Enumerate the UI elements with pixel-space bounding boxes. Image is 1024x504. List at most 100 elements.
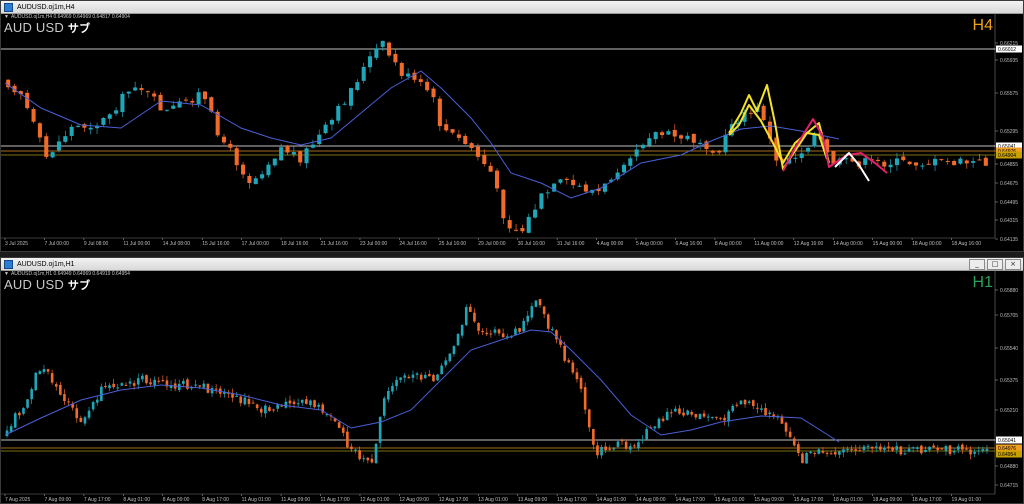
candle-body [899, 446, 903, 455]
time-tick-label: 8 Aug 09:00 [163, 497, 190, 503]
time-tick-label: 14 Jul 08:00 [163, 241, 190, 247]
candle-body [939, 159, 944, 161]
time-tick-label: 13 Aug 17:00 [557, 497, 587, 503]
price-tag-label: 0.64904 [998, 153, 1016, 159]
candle-body [288, 400, 292, 404]
candle-body [661, 418, 665, 421]
candle-body [813, 452, 817, 454]
candle-body [788, 431, 792, 438]
candle-body [107, 114, 112, 119]
candle-body [42, 368, 46, 373]
h1-price-chart[interactable]: 0.65880 0.65705 0.65540 0.65375 0.65210 0.650… [1, 270, 1023, 503]
candle-body [952, 161, 957, 166]
candle-body [26, 399, 29, 408]
candle-body [739, 400, 743, 405]
h4-chart-area[interactable]: 0.662150.660120.659350.655750.652950.650… [1, 13, 1023, 251]
candle-body [514, 328, 517, 335]
candle-body [370, 458, 374, 463]
candle-body [221, 136, 227, 143]
candle-body [141, 375, 144, 380]
h4-price-chart[interactable]: 0.662150.660120.659350.655750.652950.650… [1, 13, 1023, 251]
candle-body [374, 48, 379, 58]
candle-body [985, 448, 989, 451]
candle-body [355, 82, 360, 91]
h1-chart-window[interactable]: AUDUSD.oj1m,H1 _ □ × 0.65880 0.65705 0.655… [0, 257, 1024, 504]
candle-body [114, 110, 119, 114]
candle-body [558, 179, 563, 183]
candle-body [350, 446, 353, 450]
time-tick-label: 11 Aug 00:00 [754, 241, 783, 247]
time-tick-label: 7 Jul 00:00 [44, 241, 69, 247]
candle-body [259, 408, 263, 413]
candle-body [300, 399, 304, 403]
candle-body [361, 66, 366, 81]
candle-body [666, 131, 671, 135]
candle-body [583, 387, 587, 410]
candle-body [152, 93, 157, 97]
candle-body [272, 409, 275, 411]
maximize-button[interactable]: □ [987, 259, 1003, 270]
h1-chart-area[interactable]: 0.65880 0.65705 0.65540 0.65375 0.65210 0.650… [1, 270, 1023, 503]
price-tick-label: 0.64495 [1000, 200, 1018, 206]
time-tick-label: 15 Aug 17:00 [794, 497, 824, 503]
candle-body [932, 445, 935, 448]
time-tick-label: 18 Aug 16:00 [952, 241, 982, 247]
candle-body [124, 384, 128, 386]
minimize-button[interactable]: _ [969, 259, 985, 270]
candle-body [879, 446, 882, 450]
h4-chart-window[interactable]: AUDUSD.oj1m,H4 0.662150.660120.659350.65… [0, 0, 1024, 252]
candle-body [437, 98, 442, 127]
candle-body [735, 404, 739, 406]
time-tick-label: 18 Aug 01:00 [833, 497, 863, 503]
candle-body [682, 412, 685, 416]
candle-body [686, 410, 689, 415]
candle-body [366, 457, 370, 461]
candle-body [75, 125, 81, 127]
candle-body [743, 399, 747, 405]
price-tick-label: 0.65295 [1000, 129, 1018, 135]
candle-body [748, 112, 753, 114]
candle-body [965, 448, 968, 450]
candle-body [792, 438, 796, 446]
candle-body [956, 446, 960, 450]
candle-body [469, 143, 474, 149]
candle-body [964, 160, 969, 164]
candle-body [305, 399, 308, 404]
candle-body [247, 175, 252, 183]
candle-body [952, 450, 956, 453]
candle-body [243, 397, 247, 405]
candle-body [600, 446, 603, 456]
candle-body [37, 123, 42, 138]
candle-body [894, 158, 899, 166]
candle-body [545, 192, 550, 194]
time-tick-label: 13 Aug 09:00 [518, 497, 548, 503]
candle-body [69, 126, 74, 136]
candle-body [337, 422, 341, 428]
candle-body [291, 152, 296, 155]
candle-body [911, 447, 915, 449]
time-tick-label: 7 Aug 2025 [5, 497, 31, 503]
candle-body [423, 374, 427, 379]
candle-body [806, 147, 811, 152]
time-tick-label: 15 Aug 09:00 [754, 497, 784, 503]
candle-body [866, 445, 870, 447]
price-tick-label: 0.65935 [1000, 58, 1018, 64]
candle-body [460, 324, 464, 336]
candle-body [628, 158, 633, 166]
time-tick-label: 18 Aug 09:00 [873, 497, 903, 503]
candle-body [202, 91, 208, 100]
candle-body [797, 444, 800, 453]
yellow-zigzag-drawing [728, 104, 828, 164]
time-tick-label: 11 Jul 00:00 [123, 241, 150, 247]
candle-body [870, 446, 874, 449]
candle-body [425, 81, 430, 91]
candle-body [206, 383, 210, 393]
candle-body [280, 405, 284, 407]
candle-body [551, 329, 554, 331]
candle-body [842, 449, 845, 453]
candle-body [587, 409, 591, 428]
candle-body [477, 322, 480, 331]
price-tick-label: 0.65705 [1000, 313, 1018, 319]
close-button[interactable]: × [1005, 259, 1021, 270]
candle-body [913, 162, 919, 166]
